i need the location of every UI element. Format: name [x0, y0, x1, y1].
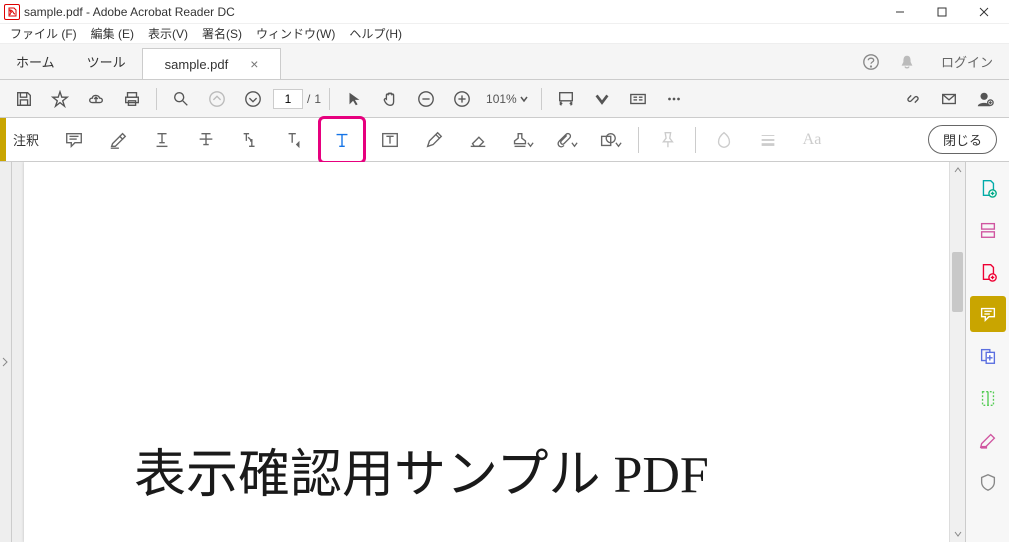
menu-window[interactable]: ウィンドウ(W): [250, 23, 341, 44]
hand-tool-button[interactable]: [374, 83, 406, 115]
read-mode-button[interactable]: [622, 83, 654, 115]
page-sep: /: [307, 92, 310, 106]
document-heading: 表示確認用サンプル PDF: [134, 432, 709, 507]
comment-toolbar-label: 注釈: [0, 118, 52, 161]
tab-document-label: sample.pdf: [165, 57, 229, 72]
zoom-out-button[interactable]: [410, 83, 442, 115]
zoom-value: 101%: [486, 92, 517, 106]
comment-toolbar: 注釈 Aa 閉じる: [0, 118, 1009, 162]
chevron-down-icon: [519, 94, 529, 104]
combine-files-button[interactable]: [970, 338, 1006, 374]
app-icon: [4, 4, 20, 20]
tabstrip: ホーム ツール sample.pdf × ログイン: [0, 44, 1009, 80]
strikethrough-button[interactable]: [186, 120, 226, 160]
pdf-page[interactable]: 表示確認用サンプル PDF: [24, 162, 949, 542]
page-up-button[interactable]: [201, 83, 233, 115]
menu-view[interactable]: 表示(V): [142, 23, 194, 44]
right-tools-panel: [965, 162, 1009, 542]
notifications-icon[interactable]: [889, 44, 925, 79]
page-down-button[interactable]: [237, 83, 269, 115]
scroll-thumb[interactable]: [952, 252, 963, 312]
titlebar: sample.pdf - Adobe Acrobat Reader DC: [0, 0, 1009, 24]
email-button[interactable]: [933, 83, 965, 115]
help-icon[interactable]: [853, 44, 889, 79]
scroll-down-icon[interactable]: [950, 526, 965, 542]
cloud-button[interactable]: [80, 83, 112, 115]
maximize-button[interactable]: [921, 0, 963, 24]
login-button[interactable]: ログイン: [925, 44, 1009, 79]
close-commentbar-button[interactable]: 閉じる: [928, 125, 997, 154]
menu-file[interactable]: ファイル (F): [4, 23, 83, 44]
page-total: 1: [314, 92, 321, 106]
stamp-button[interactable]: [502, 120, 542, 160]
zoom-dropdown[interactable]: 101%: [482, 92, 533, 106]
replace-text-button[interactable]: [230, 120, 270, 160]
tab-close-icon[interactable]: ×: [250, 56, 258, 72]
tab-tools[interactable]: ツール: [71, 44, 142, 79]
add-text-comment-button[interactable]: [318, 116, 366, 164]
close-window-button[interactable]: [963, 0, 1005, 24]
menu-edit[interactable]: 編集 (E): [85, 23, 140, 44]
share-people-button[interactable]: [969, 83, 1001, 115]
workspace: 表示確認用サンプル PDF: [0, 162, 1009, 542]
document-viewport[interactable]: 表示確認用サンプル PDF: [12, 162, 949, 542]
edit-pdf-button[interactable]: [970, 212, 1006, 248]
menu-sign[interactable]: 署名(S): [196, 23, 248, 44]
pencil-button[interactable]: [414, 120, 454, 160]
protect-button[interactable]: [970, 464, 1006, 500]
text-properties-button[interactable]: Aa: [792, 120, 832, 160]
insert-text-button[interactable]: [274, 120, 314, 160]
scroll-up-icon[interactable]: [950, 162, 965, 178]
color-picker-button[interactable]: [704, 120, 744, 160]
tab-document[interactable]: sample.pdf ×: [142, 48, 282, 79]
menubar: ファイル (F) 編集 (E) 表示(V) 署名(S) ウィンドウ(W) ヘルプ…: [0, 24, 1009, 44]
pin-button[interactable]: [647, 120, 687, 160]
redact-button[interactable]: [970, 422, 1006, 458]
minimize-button[interactable]: [879, 0, 921, 24]
menu-help[interactable]: ヘルプ(H): [343, 23, 408, 44]
window-title: sample.pdf - Adobe Acrobat Reader DC: [24, 5, 235, 19]
zoom-in-button[interactable]: [446, 83, 478, 115]
page-current-input[interactable]: [273, 89, 303, 109]
save-button[interactable]: [8, 83, 40, 115]
page-indicator: / 1: [273, 89, 321, 109]
vertical-scrollbar[interactable]: [949, 162, 965, 542]
star-button[interactable]: [44, 83, 76, 115]
underline-button[interactable]: [142, 120, 182, 160]
main-toolbar: / 1 101%: [0, 80, 1009, 118]
fit-width-button[interactable]: [550, 83, 582, 115]
highlight-button[interactable]: [98, 120, 138, 160]
drawing-tools-button[interactable]: [590, 120, 630, 160]
text-box-button[interactable]: [370, 120, 410, 160]
attach-button[interactable]: [546, 120, 586, 160]
select-tool-button[interactable]: [338, 83, 370, 115]
share-link-button[interactable]: [897, 83, 929, 115]
create-pdf-button[interactable]: [970, 254, 1006, 290]
left-panel-handle-icon[interactable]: [0, 352, 10, 372]
more-tools-button[interactable]: [658, 83, 690, 115]
left-panel-collapsed[interactable]: [0, 162, 12, 542]
find-button[interactable]: [165, 83, 197, 115]
organize-pages-button[interactable]: [970, 380, 1006, 416]
export-pdf-button[interactable]: [970, 170, 1006, 206]
comment-tool-button[interactable]: [970, 296, 1006, 332]
eraser-button[interactable]: [458, 120, 498, 160]
sticky-note-button[interactable]: [54, 120, 94, 160]
print-button[interactable]: [116, 83, 148, 115]
tab-home[interactable]: ホーム: [0, 44, 71, 79]
line-thickness-button[interactable]: [748, 120, 788, 160]
fit-page-dropdown[interactable]: [586, 83, 618, 115]
